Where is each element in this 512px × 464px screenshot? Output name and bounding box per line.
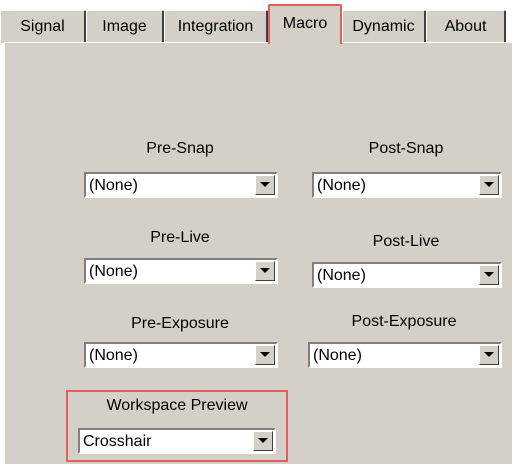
post-snap-value: (None): [317, 177, 366, 194]
pre-snap-label: Pre-Snap: [146, 140, 214, 157]
workspace-preview-dropdown[interactable]: Crosshair: [78, 428, 276, 454]
chevron-down-icon: [484, 272, 494, 277]
workspace-preview-dropdown-button[interactable]: [253, 431, 273, 451]
post-snap-dropdown[interactable]: (None): [312, 172, 502, 198]
pre-live-label: Pre-Live: [150, 229, 210, 246]
post-live-dropdown[interactable]: (None): [312, 262, 502, 288]
pre-exposure-label: Pre-Exposure: [131, 315, 229, 332]
workspace-preview-value: Crosshair: [83, 433, 152, 450]
post-exposure-label: Post-Exposure: [351, 313, 457, 330]
chevron-down-icon: [484, 352, 494, 357]
post-snap-label: Post-Snap: [368, 140, 444, 157]
tab-strip: Signal Image Integration Macro Dynamic A…: [0, 0, 512, 46]
pre-snap-dropdown-button[interactable]: [255, 175, 275, 195]
pre-exposure-dropdown[interactable]: (None): [84, 342, 278, 368]
tab-macro[interactable]: Macro: [268, 4, 342, 44]
post-snap-dropdown-button[interactable]: [479, 175, 499, 195]
pre-live-dropdown[interactable]: (None): [84, 258, 278, 284]
post-exposure-value: (None): [313, 347, 362, 364]
pre-snap-dropdown[interactable]: (None): [84, 172, 278, 198]
pre-snap-value: (None): [89, 177, 138, 194]
tab-image[interactable]: Image: [86, 10, 164, 43]
pre-live-dropdown-button[interactable]: [255, 261, 275, 281]
post-exposure-dropdown-button[interactable]: [479, 345, 499, 365]
chevron-down-icon: [260, 182, 270, 187]
post-live-value: (None): [317, 267, 366, 284]
pre-exposure-value: (None): [89, 347, 138, 364]
pre-exposure-dropdown-button[interactable]: [255, 345, 275, 365]
post-live-label: Post-Live: [372, 233, 440, 250]
chevron-down-icon: [258, 438, 268, 443]
chevron-down-icon: [260, 268, 270, 273]
post-exposure-dropdown[interactable]: (None): [308, 342, 502, 368]
pre-live-value: (None): [89, 263, 138, 280]
tab-signal[interactable]: Signal: [0, 10, 86, 43]
chevron-down-icon: [260, 352, 270, 357]
post-live-dropdown-button[interactable]: [479, 265, 499, 285]
tab-about[interactable]: About: [426, 10, 506, 43]
chevron-down-icon: [484, 182, 494, 187]
workspace-preview-label: Workspace Preview: [106, 397, 248, 414]
tab-integration[interactable]: Integration: [164, 10, 268, 43]
tab-dynamic[interactable]: Dynamic: [342, 10, 426, 43]
